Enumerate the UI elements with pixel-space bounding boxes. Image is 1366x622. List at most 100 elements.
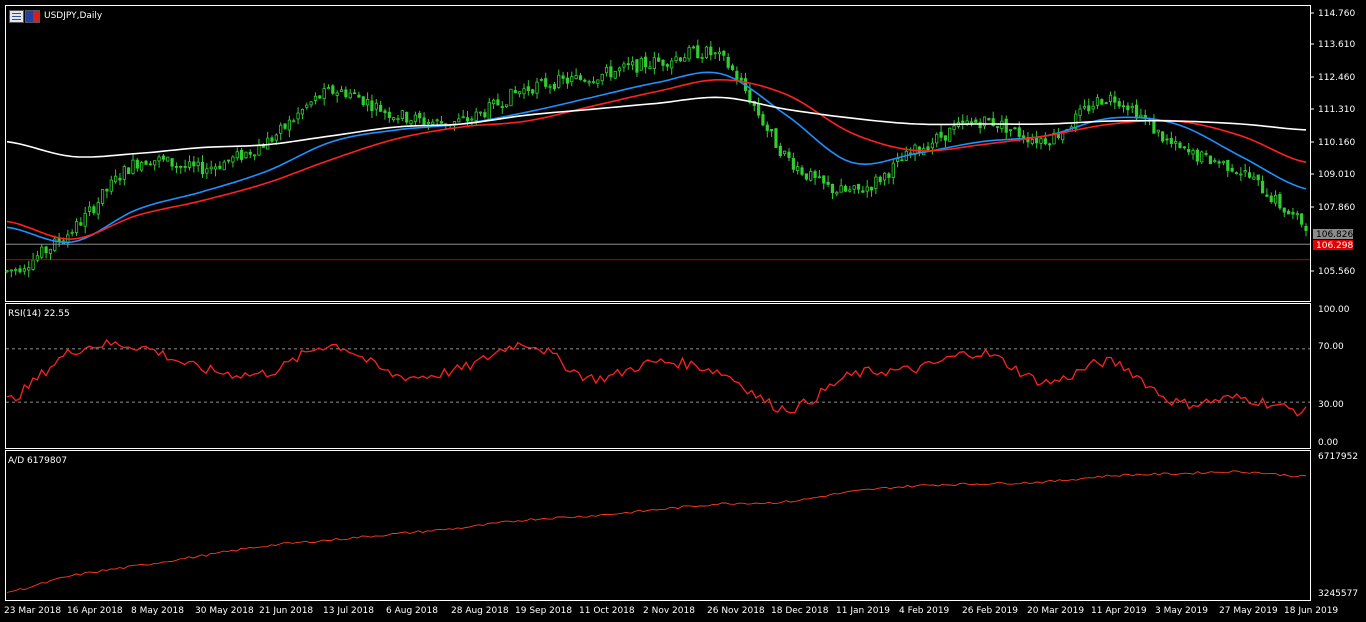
candle-body	[696, 45, 700, 59]
candle-body	[357, 94, 361, 98]
candle-body	[631, 61, 635, 66]
ma-slow-line	[6, 96, 1307, 158]
candle-body	[1121, 105, 1126, 108]
candle-body	[127, 167, 131, 175]
candle-body	[1300, 213, 1304, 225]
candle-body	[583, 79, 587, 82]
candle-body	[222, 161, 226, 171]
candle-body	[1108, 94, 1113, 102]
candle-body	[535, 81, 539, 94]
candle-body	[326, 87, 331, 90]
candle-body	[5, 270, 9, 273]
chart-canvas[interactable]: 114.760 113.610 112.460 111.310 110.160 …	[0, 0, 1366, 622]
candle-body	[1126, 105, 1130, 111]
candle-body	[92, 206, 96, 214]
candle-body	[548, 85, 552, 88]
price-tick-label: 114.760	[1318, 9, 1355, 19]
candle-body	[969, 121, 974, 124]
candle-body	[1273, 195, 1278, 204]
candle-body	[248, 151, 252, 155]
candle-body	[305, 104, 309, 108]
candle-body	[244, 151, 248, 159]
candle-body	[344, 89, 348, 98]
date-tick-label: 19 Sep 2018	[515, 606, 572, 616]
candle-body	[1178, 142, 1182, 149]
candle-body	[765, 124, 769, 131]
candle-body	[1056, 133, 1060, 139]
candle-body	[730, 65, 735, 71]
candle-body	[735, 70, 739, 80]
candle-body	[383, 110, 387, 114]
candle-body	[153, 160, 157, 166]
candle-body	[339, 89, 344, 92]
candle-body	[1161, 131, 1165, 142]
ad-max-label: 6717952	[1318, 452, 1358, 462]
date-axis: 23 Mar 2018 16 Apr 2018 8 May 2018 30 Ma…	[4, 606, 1338, 616]
candle-body	[87, 206, 92, 212]
chart-window-icon[interactable]	[9, 10, 24, 23]
candle-body	[1169, 138, 1173, 144]
candle-body	[44, 246, 48, 254]
candle-body	[722, 50, 726, 56]
ad-axis: 6717952 3245577	[1318, 452, 1358, 599]
candle-body	[1217, 161, 1221, 164]
candle-body	[1208, 155, 1213, 165]
candle-body	[213, 166, 218, 170]
candle-body	[261, 145, 265, 148]
candle-body	[196, 161, 200, 167]
candle-body	[109, 179, 113, 192]
candle-body	[79, 222, 83, 226]
candle-body	[670, 60, 674, 69]
candle-body	[691, 46, 696, 49]
candle-body	[770, 129, 774, 132]
candle-body	[192, 161, 196, 167]
candle-body	[409, 120, 413, 125]
rsi-axis: 100.00 70.00 30.00 0.00	[1318, 305, 1350, 448]
candle-body	[70, 231, 74, 234]
candle-body	[218, 165, 222, 169]
candle-body	[205, 168, 209, 174]
candle-body	[183, 166, 187, 168]
candle-body	[917, 146, 921, 153]
candle-body	[622, 63, 626, 68]
candle-body	[878, 176, 882, 183]
date-tick-label: 21 Jun 2018	[259, 606, 313, 616]
price-tick-label: 109.010	[1318, 170, 1355, 180]
candle-body	[1256, 174, 1260, 181]
candle-body	[948, 127, 952, 142]
candle-body	[296, 112, 300, 120]
candle-body	[474, 111, 478, 121]
candle-body	[253, 154, 257, 157]
candle-body	[935, 133, 939, 144]
candle-body	[930, 142, 934, 149]
candle-body	[22, 268, 26, 272]
candle-body	[544, 78, 548, 87]
price-tick-label: 113.610	[1318, 40, 1355, 50]
candle-body	[987, 118, 991, 121]
candle-body	[361, 96, 365, 106]
candle-body	[617, 67, 622, 72]
ask-badge-label: 106.298	[1316, 241, 1353, 251]
candle-body	[352, 92, 357, 95]
candle-body	[283, 123, 287, 129]
candle-body	[161, 155, 166, 160]
candle-body	[1252, 176, 1256, 180]
candle-body	[848, 189, 852, 192]
candle-body	[174, 166, 179, 168]
candle-body	[995, 126, 1000, 128]
candle-body	[896, 158, 900, 163]
candle-body	[1191, 150, 1195, 155]
candle-body	[591, 81, 596, 84]
candle-body	[140, 162, 144, 171]
candle-body	[939, 131, 943, 138]
candle-body	[231, 156, 235, 163]
candle-body	[518, 91, 522, 95]
candle-body	[839, 185, 843, 193]
candle-body	[500, 106, 504, 108]
date-tick-label: 26 Feb 2019	[962, 606, 1018, 616]
candle-body	[1048, 143, 1052, 146]
candle-body	[1113, 96, 1117, 103]
price-tick-label: 111.310	[1318, 105, 1355, 115]
candle-body	[148, 163, 152, 166]
candle-body	[557, 74, 561, 88]
